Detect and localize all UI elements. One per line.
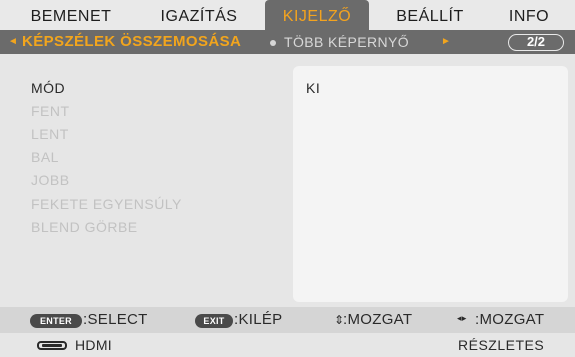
submenu-tab-edge-blending[interactable]: KÉPSZÉLEK ÖSSZEMOSÁSA <box>22 30 241 54</box>
exit-key-badge: EXIT <box>195 314 233 328</box>
help-bar: ENTER :SELECT EXIT :KILÉP ⇕ :MOZGAT ◂▸ :… <box>0 307 575 333</box>
value-panel: KI <box>293 66 568 302</box>
enter-key-badge: ENTER <box>30 314 82 328</box>
tab-igazitas[interactable]: IGAZÍTÁS <box>145 0 253 30</box>
menu-item-right: JOBB <box>31 172 70 188</box>
projector-osd-menu: BEMENET IGAZÍTÁS KIJELZŐ BEÁLLÍT INFO ◄ … <box>0 0 575 357</box>
menu-item-blend-curve: BLEND GÖRBE <box>31 219 138 235</box>
tab-kijelzo[interactable]: KIJELZŐ <box>265 0 369 30</box>
submenu-next-arrow-icon[interactable]: ► <box>441 30 451 54</box>
help-move-horizontal-label: :MOZGAT <box>475 311 545 328</box>
tab-beallit[interactable]: BEÁLLÍT <box>382 0 478 30</box>
menu-item-bottom: LENT <box>31 126 69 142</box>
menu-item-left: BAL <box>31 149 59 165</box>
hdmi-icon <box>37 341 67 350</box>
tab-bemenet[interactable]: BEMENET <box>20 0 122 30</box>
main-menu-tabs: BEMENET IGAZÍTÁS KIJELZŐ BEÁLLÍT INFO <box>0 0 575 30</box>
status-bar: HDMI RÉSZLETES <box>0 334 575 357</box>
help-exit-label: :KILÉP <box>234 311 283 328</box>
input-source-label: HDMI <box>75 337 112 353</box>
mode-value[interactable]: KI <box>306 80 320 96</box>
submenu-separator-dot <box>270 40 276 46</box>
page-indicator: 2/2 <box>508 34 564 51</box>
leftright-arrows-icon: ◂▸ <box>457 313 467 323</box>
submenu-bar: ◄ KÉPSZÉLEK ÖSSZEMOSÁSA TÖBB KÉPERNYŐ ► … <box>0 30 575 54</box>
menu-item-mode[interactable]: MÓD <box>31 80 65 96</box>
submenu-prev-arrow-icon[interactable]: ◄ <box>8 30 18 54</box>
tab-info[interactable]: INFO <box>495 0 563 30</box>
settings-content: MÓD FENT LENT BAL JOBB FEKETE EGYENSÚLY … <box>0 54 575 306</box>
details-label[interactable]: RÉSZLETES <box>458 337 544 353</box>
menu-item-top: FENT <box>31 103 70 119</box>
help-select-label: :SELECT <box>83 311 148 328</box>
menu-item-black-level: FEKETE EGYENSÚLY <box>31 196 182 212</box>
help-move-vertical-label: :MOZGAT <box>343 311 413 328</box>
submenu-tab-multi-screen[interactable]: TÖBB KÉPERNYŐ <box>284 30 409 54</box>
